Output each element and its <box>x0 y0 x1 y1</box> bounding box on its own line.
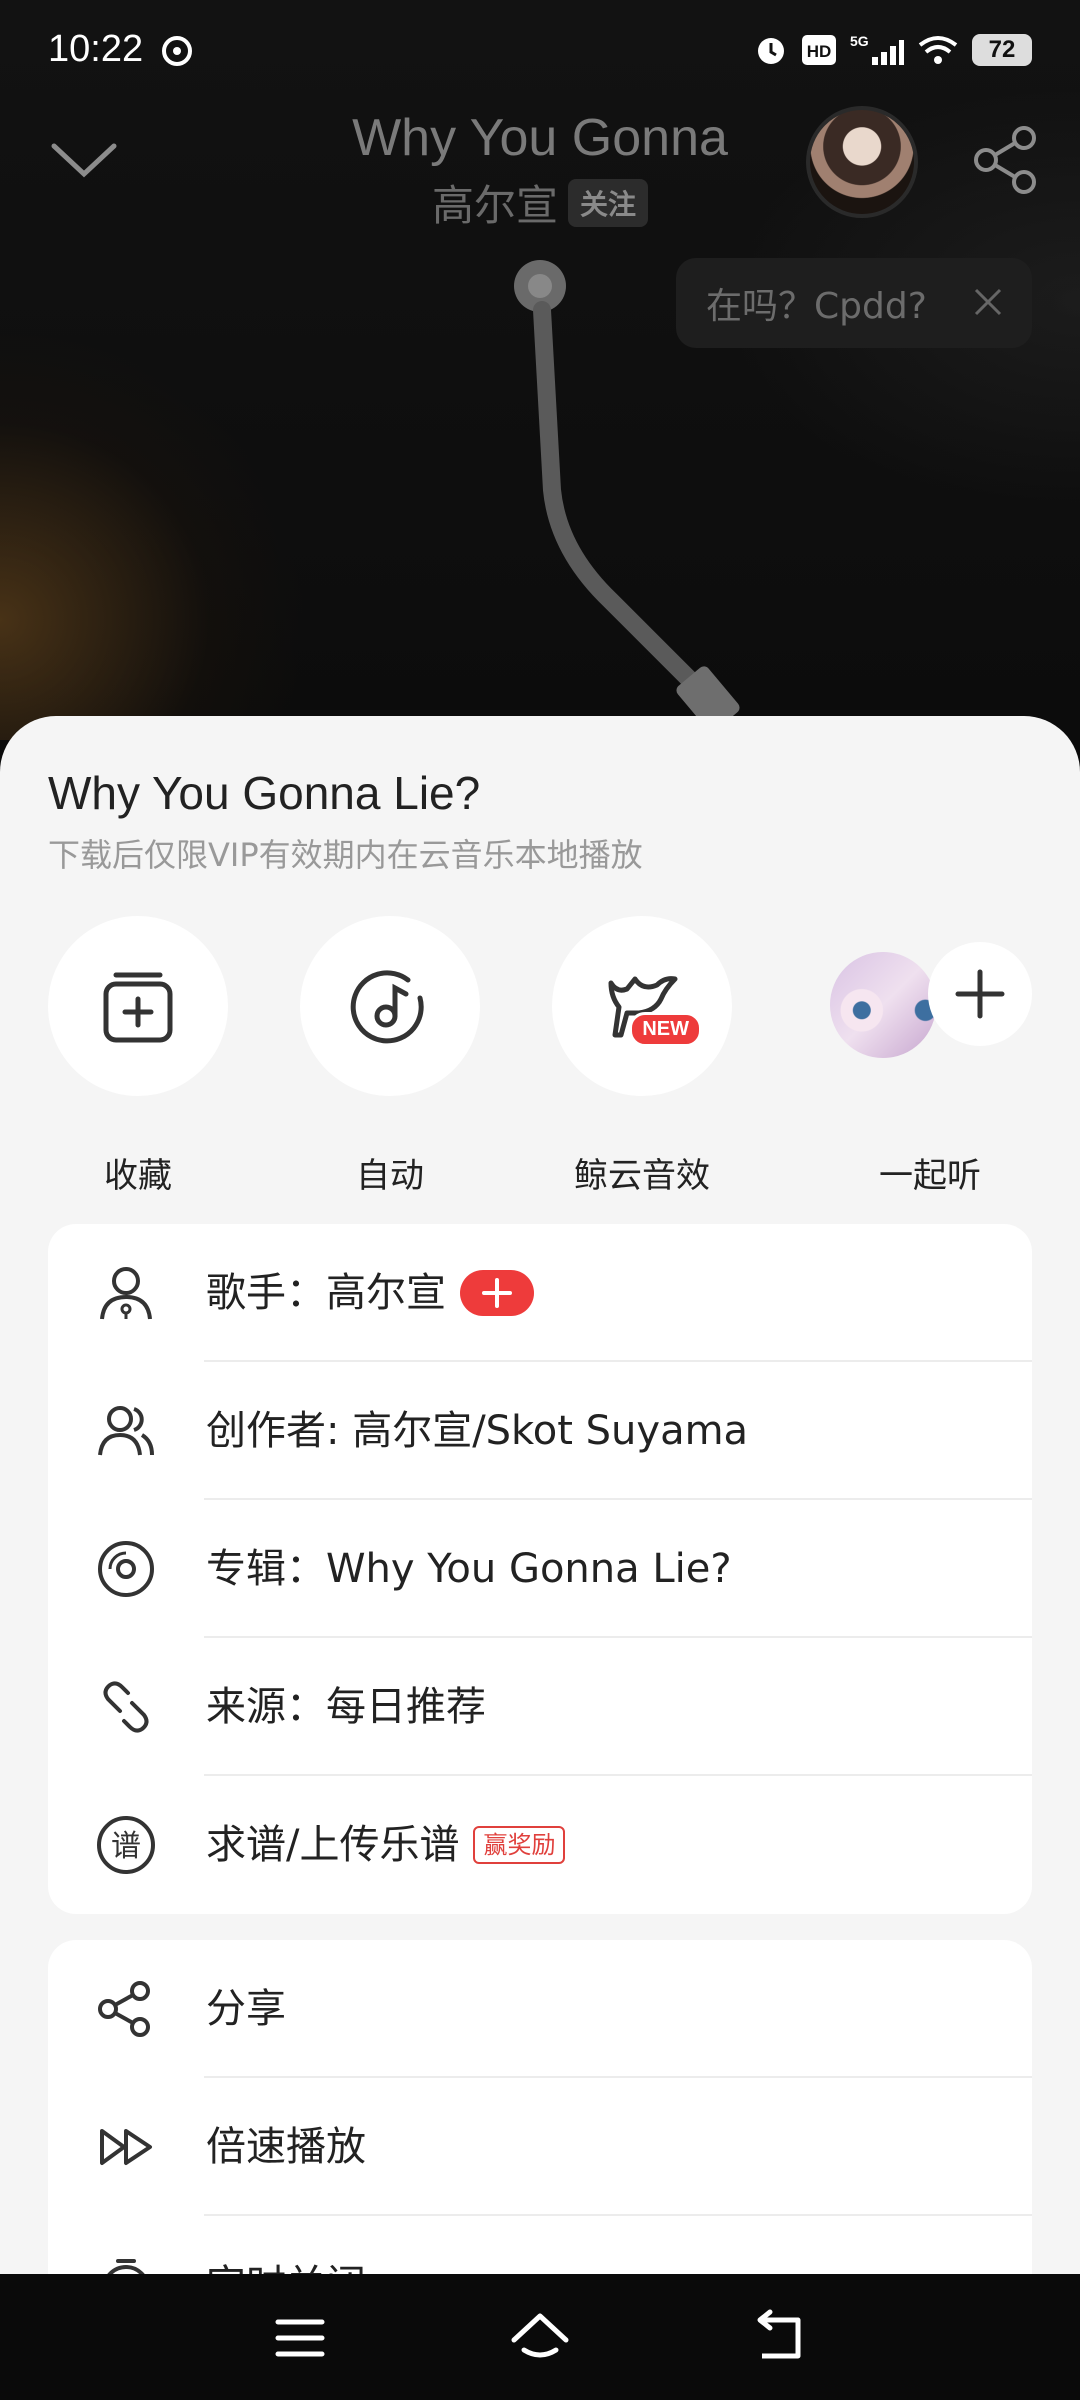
svg-text:5G: 5G <box>850 33 869 49</box>
home-icon[interactable] <box>508 2306 572 2370</box>
link-icon <box>103 1681 149 1733</box>
collapse-chevron-icon[interactable] <box>48 130 120 190</box>
system-navigation-bar <box>0 2274 1080 2400</box>
now-playing-artist[interactable]: 高尔宣 <box>432 172 558 233</box>
battery-indicator: 72 <box>972 34 1032 66</box>
svg-text:谱: 谱 <box>111 1829 141 1864</box>
album-label: 专辑：Why You Gonna Lie? <box>206 1546 732 1592</box>
source-label: 来源：每日推荐 <box>206 1684 486 1730</box>
wifi-icon <box>918 36 958 64</box>
whale-sound-action[interactable]: NEW 鲸云音效 <box>542 916 742 1197</box>
sheet-music-icon: 谱 <box>97 1816 155 1874</box>
player-background: 10:22 HD 5G 72 Why You Gonna 高尔宣 关注 在吗？C… <box>0 0 1080 740</box>
plus-icon <box>955 969 1005 1019</box>
creators-label: 创作者: 高尔宣/Skot Suyama <box>206 1408 749 1454</box>
status-time: 10:22 <box>48 28 144 70</box>
song-info-card: 歌手：高尔宣 创作者: 高尔宣/Skot Suyama 专辑：Why You G… <box>48 1224 1032 1914</box>
sheet-music-label: 求谱/上传乐谱 <box>206 1822 460 1868</box>
auto-button[interactable] <box>300 916 480 1096</box>
now-playing-title: Why You Gonna <box>352 109 728 167</box>
listen-together-avatar[interactable] <box>830 952 936 1058</box>
singer-icon <box>100 1267 152 1320</box>
whale-sound-label: 鲸云音效 <box>574 1156 710 1196</box>
info-row-source[interactable]: 来源：每日推荐 <box>48 1638 1032 1776</box>
info-row-creators[interactable]: 创作者: 高尔宣/Skot Suyama <box>48 1362 1032 1500</box>
listen-together-label: 一起听 <box>879 1156 981 1196</box>
more-options-card: 分享 倍速播放 定时关闭 <box>48 1940 1032 2274</box>
reward-tag: 赢奖励 <box>473 1826 566 1864</box>
follow-singer-button[interactable] <box>460 1270 534 1316</box>
share-label: 分享 <box>206 1986 286 2032</box>
whale-sound-button[interactable]: NEW <box>552 916 732 1096</box>
sync-icon <box>162 36 192 66</box>
listen-together-add-button[interactable] <box>928 942 1032 1046</box>
user-avatar[interactable] <box>806 106 918 218</box>
plus-icon <box>482 1278 512 1308</box>
status-bar: 10:22 HD 5G 72 <box>0 0 1080 100</box>
timer-label: 定时关闭 <box>206 2216 366 2274</box>
collect-button[interactable] <box>48 916 228 1096</box>
alarm-icon <box>758 38 784 64</box>
singer-label: 歌手：高尔宣 <box>206 1270 446 1316</box>
status-icons: HD 5G 72 <box>754 30 1032 70</box>
share-icon[interactable] <box>972 124 1044 196</box>
option-row-share[interactable]: 分享 <box>48 1940 1032 2078</box>
follow-button[interactable]: 关注 <box>568 178 649 227</box>
collect-action[interactable]: 收藏 <box>38 916 238 1197</box>
hd-icon: HD <box>802 35 836 65</box>
back-icon[interactable] <box>748 2306 812 2370</box>
info-row-album[interactable]: 专辑：Why You Gonna Lie? <box>48 1500 1032 1638</box>
speed-label: 倍速播放 <box>206 2124 366 2170</box>
sheet-title: Why You Gonna Lie? <box>48 767 481 819</box>
music-note-icon <box>350 970 424 1044</box>
menu-icon[interactable] <box>268 2306 332 2370</box>
now-playing-artist-line: 高尔宣 关注 <box>280 172 800 233</box>
svg-text:HD: HD <box>807 42 832 61</box>
quick-actions: 收藏 自动 NEW 鲸云音效 一起听 <box>0 916 1080 1196</box>
option-row-timer[interactable]: 定时关闭 <box>48 2216 1032 2274</box>
info-row-sheet-music[interactable]: 谱 求谱/上传乐谱 赢奖励 <box>48 1776 1032 1914</box>
album-icon <box>98 1541 154 1597</box>
cellular-signal-icon: 5G <box>850 33 904 65</box>
song-options-sheet: Why You Gonna Lie? 下载后仅限VIP有效期内在云音乐本地播放 … <box>0 716 1080 2274</box>
auto-label: 自动 <box>356 1156 424 1196</box>
option-row-speed[interactable]: 倍速播放 <box>48 2078 1032 2216</box>
collect-label: 收藏 <box>104 1156 172 1196</box>
creators-icon <box>98 1406 154 1456</box>
add-to-collection-icon <box>103 972 173 1043</box>
info-row-singer[interactable]: 歌手：高尔宣 <box>48 1224 1032 1362</box>
new-badge: NEW <box>629 1012 702 1047</box>
share-icon <box>98 1981 150 2037</box>
timer-icon <box>107 2259 145 2274</box>
speed-icon <box>100 2129 152 2165</box>
sheet-subtitle: 下载后仅限VIP有效期内在云音乐本地播放 <box>48 836 643 874</box>
tonearm-graphic <box>514 260 740 730</box>
auto-action[interactable]: 自动 <box>290 916 490 1197</box>
close-icon[interactable] <box>970 284 1006 320</box>
